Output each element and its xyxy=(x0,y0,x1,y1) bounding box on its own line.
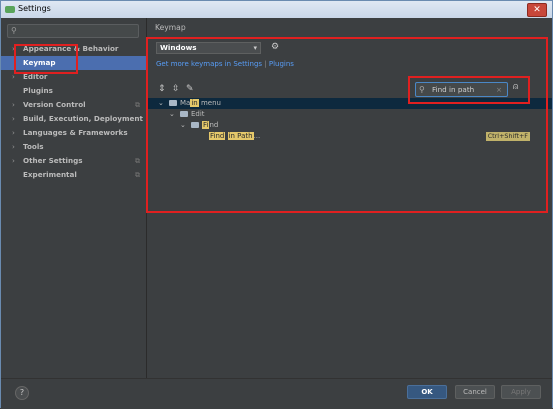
app-icon xyxy=(5,6,15,13)
sidebar-item-label: Languages & Frameworks xyxy=(23,128,128,137)
sidebar-item-label: Keymap xyxy=(23,58,56,67)
edit-icon[interactable]: ✎ xyxy=(186,84,200,94)
apply-button[interactable]: Apply xyxy=(501,385,541,399)
sidebar-item-editor[interactable]: › Editor xyxy=(1,70,146,84)
page-title: Keymap xyxy=(155,23,186,32)
sidebar-item-label: Editor xyxy=(23,72,48,81)
find-action-value: Find in path xyxy=(432,85,475,94)
shortcut-badge: Ctrl+Shift+F xyxy=(485,132,530,141)
chevron-down-icon: ⌄ xyxy=(169,110,175,118)
tree-toolbar: ⇕ ⇳ ✎ xyxy=(158,84,200,94)
keymap-panel: Keymap Windows ▾ ⚙ Get more keymaps in S… xyxy=(147,18,552,378)
sidebar-item-build[interactable]: › Build, Execution, Deployment xyxy=(1,112,146,126)
chevron-right-icon: › xyxy=(12,156,15,165)
project-scope-icon: ⧉ xyxy=(135,157,140,165)
folder-icon xyxy=(180,111,188,117)
tree-node-find-in-path[interactable]: Find in Path... Ctrl+Shift+F xyxy=(147,131,552,142)
sidebar-item-label: Appearance & Behavior xyxy=(23,44,119,53)
sidebar-item-label: Plugins xyxy=(23,86,53,95)
tree-node-label: Edit xyxy=(191,110,205,118)
clear-icon[interactable]: × xyxy=(496,83,502,96)
tree-node-label: ... xyxy=(253,132,261,140)
sidebar-item-tools[interactable]: › Tools xyxy=(1,140,146,154)
chevron-down-icon: ▾ xyxy=(253,44,257,52)
title-bar: Settings ✕ xyxy=(1,1,552,18)
ok-button[interactable]: OK xyxy=(407,385,447,399)
sidebar-item-label: Experimental xyxy=(23,170,77,179)
gear-icon[interactable]: ⚙ xyxy=(271,42,279,52)
chevron-right-icon: › xyxy=(12,142,15,151)
search-input[interactable]: ⚲ xyxy=(7,24,139,38)
project-scope-icon: ⧉ xyxy=(135,171,140,179)
sidebar-item-other-settings[interactable]: › Other Settings ⧉ xyxy=(1,154,146,168)
collapse-all-icon[interactable]: ⇳ xyxy=(172,84,186,94)
chevron-right-icon: › xyxy=(12,72,15,81)
keymap-select-value: Windows xyxy=(160,43,197,52)
settings-link[interactable]: Get more keymaps in Settings xyxy=(156,60,262,68)
project-scope-icon: ⧉ xyxy=(135,101,140,109)
sidebar-item-label: Tools xyxy=(23,142,44,151)
help-icon[interactable]: ? xyxy=(15,386,29,400)
cancel-button[interactable]: Cancel xyxy=(455,385,495,399)
chevron-down-icon: ⌄ xyxy=(158,99,164,107)
sidebar-item-experimental[interactable]: Experimental ⧉ xyxy=(1,168,146,182)
search-icon: ⚲ xyxy=(11,26,17,35)
chevron-down-icon: ⌄ xyxy=(180,121,186,129)
tree-node-edit[interactable]: ⌄ Edit xyxy=(147,109,552,120)
keymap-select[interactable]: Windows ▾ xyxy=(156,42,261,54)
chevron-right-icon: › xyxy=(12,114,15,123)
tree-node-find[interactable]: ⌄ Find xyxy=(147,120,552,131)
folder-icon xyxy=(191,122,199,128)
sidebar-item-keymap[interactable]: Keymap xyxy=(1,56,146,70)
folder-icon xyxy=(169,100,177,106)
sidebar-item-label: Version Control xyxy=(23,100,86,109)
close-icon[interactable]: ✕ xyxy=(527,3,547,17)
sidebar-item-version-control[interactable]: › Version Control ⧉ xyxy=(1,98,146,112)
settings-window: Settings ✕ ⚲ › Appearance & Behavior Key… xyxy=(0,0,553,409)
link-separator: | xyxy=(262,60,269,68)
find-shortcut-icon[interactable]: ⍝ xyxy=(513,82,518,92)
match-highlight: Find xyxy=(209,132,226,140)
sidebar-item-label: Build, Execution, Deployment xyxy=(23,114,143,123)
sidebar: ⚲ › Appearance & Behavior Keymap › Edito… xyxy=(1,18,147,378)
more-keymaps-link: Get more keymaps in Settings | Plugins xyxy=(156,60,294,68)
match-highlight: in Path xyxy=(227,132,254,140)
search-icon: ⚲ xyxy=(419,85,425,94)
sidebar-item-plugins[interactable]: Plugins xyxy=(1,84,146,98)
sidebar-item-label: Other Settings xyxy=(23,156,83,165)
chevron-right-icon: › xyxy=(12,44,15,53)
chevron-right-icon: › xyxy=(12,128,15,137)
chevron-right-icon: › xyxy=(12,100,15,109)
tree-node-label: Ma xyxy=(180,99,191,107)
tree-node-label: nd xyxy=(209,121,219,129)
window-title: Settings xyxy=(18,4,51,13)
sidebar-item-appearance[interactable]: › Appearance & Behavior xyxy=(1,42,146,56)
sidebar-item-languages[interactable]: › Languages & Frameworks xyxy=(1,126,146,140)
match-highlight: in xyxy=(190,99,199,107)
find-action-input[interactable]: ⚲ Find in path × xyxy=(415,82,508,97)
dialog-footer: ? OK Cancel Apply xyxy=(1,378,552,409)
plugins-link[interactable]: Plugins xyxy=(269,60,294,68)
tree-node-label: menu xyxy=(198,99,221,107)
tree-node-main-menu[interactable]: ⌄ Main menu xyxy=(147,98,552,109)
expand-all-icon[interactable]: ⇕ xyxy=(158,84,172,94)
